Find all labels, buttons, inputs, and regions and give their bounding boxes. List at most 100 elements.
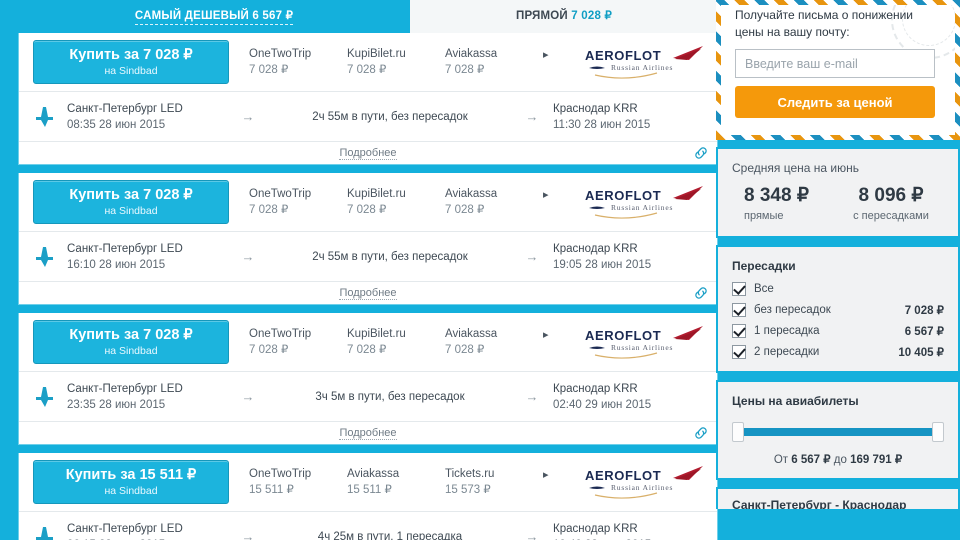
agency-item[interactable]: KupiBilet.ru 7 028 ₽ bbox=[347, 186, 433, 218]
agency-name: OneTwoTrip bbox=[249, 468, 312, 480]
agency-name: Aviakassa bbox=[347, 468, 400, 480]
stops-filter-row[interactable]: 1 пересадка 6 567 ₽ bbox=[732, 324, 944, 338]
flight-segment: Санкт-Петербург LED 06:15 28 июн 2015 → … bbox=[19, 511, 717, 540]
details-link[interactable]: Подробнее bbox=[339, 287, 397, 300]
buy-button-vendor: на Sindbad bbox=[104, 345, 158, 357]
tab-cheapest[interactable]: САМЫЙ ДЕШЕВЫЙ 6 567 ₽ bbox=[18, 0, 426, 33]
tab-direct-label: ПРЯМОЙ bbox=[515, 10, 568, 22]
details-link[interactable]: Подробнее bbox=[339, 427, 397, 440]
buy-button-vendor: на Sindbad bbox=[104, 205, 158, 217]
more-agencies-arrow-icon[interactable]: ▸ bbox=[543, 188, 549, 201]
aeroflot-logo: AEROFLOT Russian Airlines bbox=[577, 464, 709, 500]
agency-item[interactable]: OneTwoTrip 7 028 ₽ bbox=[249, 186, 335, 218]
details-row: Подробнее bbox=[19, 281, 717, 304]
agency-price: 15 511 ₽ bbox=[347, 484, 392, 496]
agency-price: 15 573 ₽ bbox=[445, 484, 491, 496]
details-link[interactable]: Подробнее bbox=[339, 147, 397, 160]
stops-filter-panel: Пересадки Все без пересадок 7 028 ₽ 1 пе… bbox=[716, 245, 960, 373]
aeroflot-logo: AEROFLOT Russian Airlines bbox=[577, 184, 709, 220]
buy-button[interactable]: Купить за 7 028 ₽ на Sindbad bbox=[33, 40, 229, 84]
agency-name: Tickets.ru bbox=[445, 468, 495, 480]
stops-filter-label: без пересадок bbox=[754, 304, 831, 316]
tab-cheapest-price: 6 567 ₽ bbox=[252, 10, 294, 22]
agency-price: 7 028 ₽ bbox=[249, 204, 289, 216]
agency-item[interactable]: OneTwoTrip 15 511 ₽ bbox=[249, 466, 335, 498]
agency-item[interactable]: OneTwoTrip 7 028 ₽ bbox=[249, 326, 335, 358]
more-agencies-arrow-icon[interactable]: ▸ bbox=[543, 328, 549, 341]
email-field[interactable] bbox=[735, 49, 935, 78]
arrow-right-icon: → bbox=[525, 109, 539, 124]
buy-button[interactable]: Купить за 15 511 ₽ на Sindbad bbox=[33, 460, 229, 504]
stops-filter-price: 6 567 ₽ bbox=[904, 326, 944, 338]
tab-direct[interactable]: ПРЯМОЙ 7 028 ₽ bbox=[410, 0, 718, 33]
flight-segment: Санкт-Петербург LED 23:35 28 июн 2015 → … bbox=[19, 371, 717, 421]
stops-filter-label: Все bbox=[754, 283, 774, 295]
destination: Краснодар KRR 19:05 28 июн 2015 bbox=[553, 241, 703, 273]
price-alert-title-line2: цены на вашу почту: bbox=[735, 25, 850, 39]
sidebar-column: Получайте письма о понижении цены на ваш… bbox=[716, 0, 960, 540]
origin-time: 06:15 28 июн 2015 bbox=[67, 537, 227, 540]
buy-button-price: Купить за 15 511 ₽ bbox=[65, 467, 197, 483]
checkbox-all[interactable] bbox=[732, 282, 746, 296]
more-agencies-arrow-icon[interactable]: ▸ bbox=[543, 48, 549, 61]
agency-price: 7 028 ₽ bbox=[249, 64, 289, 76]
origin-time: 16:10 28 июн 2015 bbox=[67, 258, 166, 271]
agency-name: OneTwoTrip bbox=[249, 188, 312, 200]
agency-item[interactable]: Aviakassa 7 028 ₽ bbox=[445, 326, 531, 358]
arrow-right-icon: → bbox=[241, 529, 255, 540]
agency-item[interactable]: Tickets.ru 15 573 ₽ bbox=[445, 466, 531, 498]
stops-filter-title: Пересадки bbox=[732, 259, 796, 273]
flight-duration: 3ч 5м в пути, без пересадок bbox=[315, 390, 465, 403]
price-range-handle-min[interactable] bbox=[732, 422, 744, 442]
origin-city: Санкт-Петербург LED bbox=[67, 382, 183, 395]
destination-city: Краснодар KRR bbox=[553, 382, 638, 395]
agency-item[interactable]: Aviakassa 15 511 ₽ bbox=[347, 466, 433, 498]
average-direct-value: 8 348 ₽ bbox=[744, 185, 809, 206]
average-direct: 8 348 ₽ прямые bbox=[732, 184, 838, 224]
agency-name: OneTwoTrip bbox=[249, 48, 312, 60]
chain-link-icon[interactable] bbox=[693, 285, 709, 306]
average-direct-label: прямые bbox=[744, 210, 784, 222]
checkbox-two-stops[interactable] bbox=[732, 345, 746, 359]
agency-name: KupiBilet.ru bbox=[347, 188, 406, 200]
chain-link-icon[interactable] bbox=[693, 425, 709, 446]
agency-item[interactable]: Aviakassa 7 028 ₽ bbox=[445, 46, 531, 78]
more-agencies-arrow-icon[interactable]: ▸ bbox=[543, 468, 549, 481]
flight-segment: Санкт-Петербург LED 16:10 28 июн 2015 → … bbox=[19, 231, 717, 281]
flight-card: Купить за 7 028 ₽ на Sindbad OneTwoTrip … bbox=[18, 33, 718, 165]
svg-text:AEROFLOT: AEROFLOT bbox=[585, 188, 661, 203]
agency-list: OneTwoTrip 7 028 ₽ KupiBilet.ru 7 028 ₽ … bbox=[249, 46, 571, 78]
stops-filter-label: 1 пересадка bbox=[754, 325, 820, 337]
agency-item[interactable]: KupiBilet.ru 7 028 ₽ bbox=[347, 46, 433, 78]
agency-item[interactable]: Aviakassa 7 028 ₽ bbox=[445, 186, 531, 218]
flight-card-header: Купить за 7 028 ₽ на Sindbad OneTwoTrip … bbox=[19, 313, 717, 371]
checkbox-one-stop[interactable] bbox=[732, 324, 746, 338]
stops-filter-row[interactable]: без пересадок 7 028 ₽ bbox=[732, 303, 944, 317]
agency-name: Aviakassa bbox=[445, 188, 498, 200]
price-range-slider[interactable] bbox=[732, 422, 944, 442]
price-alert-title: Получайте письма о понижении цены на ваш… bbox=[735, 5, 941, 41]
agency-name: OneTwoTrip bbox=[249, 328, 312, 340]
destination-time: 11:30 28 июн 2015 bbox=[553, 118, 651, 131]
watch-price-button[interactable]: Следить за ценой bbox=[735, 86, 935, 118]
arrow-right-icon: → bbox=[525, 529, 539, 540]
origin-city: Санкт-Петербург LED bbox=[67, 242, 183, 255]
chain-link-icon[interactable] bbox=[693, 145, 709, 166]
agency-list: OneTwoTrip 7 028 ₽ KupiBilet.ru 7 028 ₽ … bbox=[249, 326, 571, 358]
average-price-title: Средняя цена на июнь bbox=[732, 161, 859, 175]
destination: Краснодар KRR 10:40 28 июн 2015 bbox=[553, 521, 703, 540]
average-price-panel: Средняя цена на июнь 8 348 ₽ прямые 8 09… bbox=[716, 147, 960, 238]
route-title: Санкт-Петербург - Краснодар bbox=[732, 498, 907, 509]
agency-name: KupiBilet.ru bbox=[347, 328, 406, 340]
buy-button[interactable]: Купить за 7 028 ₽ на Sindbad bbox=[33, 180, 229, 224]
origin-time: 23:35 28 июн 2015 bbox=[67, 398, 166, 411]
agency-item[interactable]: OneTwoTrip 7 028 ₽ bbox=[249, 46, 335, 78]
agency-item[interactable]: KupiBilet.ru 7 028 ₽ bbox=[347, 326, 433, 358]
flight-card: Купить за 15 511 ₽ на Sindbad OneTwoTrip… bbox=[18, 453, 718, 540]
stops-filter-row[interactable]: 2 пересадки 10 405 ₽ bbox=[732, 345, 944, 359]
agency-price: 7 028 ₽ bbox=[445, 64, 485, 76]
checkbox-nonstop[interactable] bbox=[732, 303, 746, 317]
buy-button[interactable]: Купить за 7 028 ₽ на Sindbad bbox=[33, 320, 229, 364]
price-range-handle-max[interactable] bbox=[932, 422, 944, 442]
stops-filter-row[interactable]: Все bbox=[732, 282, 944, 296]
